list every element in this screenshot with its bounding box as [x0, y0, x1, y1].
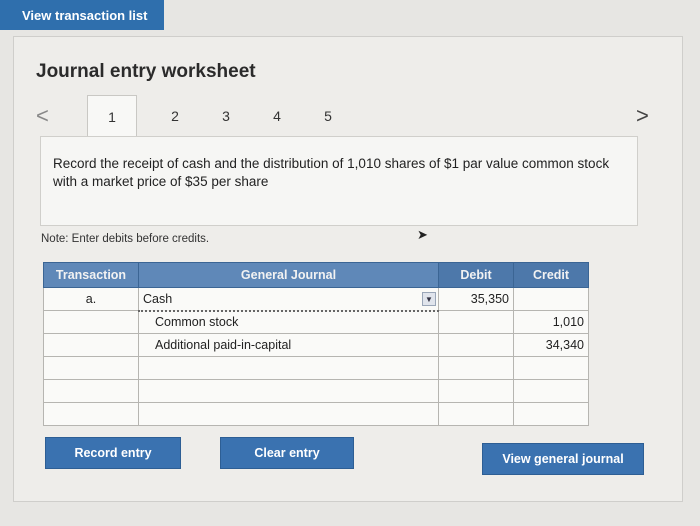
table-row: [43, 356, 589, 380]
prev-arrow-icon[interactable]: <: [36, 103, 49, 129]
view-general-journal-button[interactable]: View general journal: [482, 443, 644, 475]
transaction-cell: a.: [43, 287, 139, 311]
col-header-general-journal: General Journal: [138, 262, 439, 288]
worksheet-panel: Journal entry worksheet < 1 2 3 4 5 > Re…: [13, 36, 683, 502]
record-entry-button[interactable]: Record entry: [45, 437, 181, 469]
table-row: [43, 379, 589, 403]
credit-input[interactable]: [513, 287, 589, 311]
credit-input[interactable]: [513, 379, 589, 403]
account-select[interactable]: [138, 402, 439, 426]
credit-input[interactable]: 34,340: [513, 333, 589, 357]
table-row: Additional paid-in-capital 34,340: [43, 333, 589, 357]
transaction-cell: [43, 402, 139, 426]
transaction-cell: [43, 379, 139, 403]
transaction-cell: [43, 333, 139, 357]
view-transaction-list-button[interactable]: View transaction list: [0, 0, 164, 30]
worksheet-title: Journal entry worksheet: [36, 61, 256, 82]
account-select[interactable]: Common stock: [138, 310, 439, 334]
credit-input[interactable]: [513, 356, 589, 380]
note-text: Note: Enter debits before credits.: [41, 233, 210, 245]
journal-table: Transaction General Journal Debit Credit…: [43, 262, 589, 426]
tab-2[interactable]: 2: [150, 95, 200, 137]
credit-input[interactable]: [513, 402, 589, 426]
debit-input[interactable]: 35,350: [438, 287, 514, 311]
col-header-transaction: Transaction: [43, 262, 139, 288]
tab-1[interactable]: 1: [87, 95, 137, 137]
debit-input[interactable]: [438, 356, 514, 380]
table-row: a. Cash ▼ 35,350: [43, 287, 589, 312]
debit-input[interactable]: [438, 310, 514, 334]
clear-entry-button[interactable]: Clear entry: [220, 437, 354, 469]
transaction-cell: [43, 356, 139, 380]
col-header-credit: Credit: [513, 262, 589, 288]
account-select[interactable]: [138, 356, 439, 380]
table-row: [43, 402, 589, 426]
debit-input[interactable]: [438, 402, 514, 426]
account-select[interactable]: Cash ▼: [138, 287, 439, 312]
table-row: Common stock 1,010: [43, 310, 589, 334]
debit-input[interactable]: [438, 379, 514, 403]
instruction-box: Record the receipt of cash and the distr…: [40, 136, 638, 226]
account-select[interactable]: [138, 379, 439, 403]
debit-input[interactable]: [438, 333, 514, 357]
tab-3[interactable]: 3: [201, 95, 251, 137]
tab-4[interactable]: 4: [252, 95, 302, 137]
transaction-cell: [43, 310, 139, 334]
account-label: Cash: [143, 291, 173, 306]
col-header-debit: Debit: [438, 262, 514, 288]
tab-5[interactable]: 5: [303, 95, 353, 137]
account-select[interactable]: Additional paid-in-capital: [138, 333, 439, 357]
credit-input[interactable]: 1,010: [513, 310, 589, 334]
next-arrow-icon[interactable]: >: [636, 103, 649, 129]
tab-bar: < 1 2 3 4 5 >: [14, 95, 684, 137]
mouse-cursor-icon: ➤: [417, 227, 428, 242]
chevron-down-icon[interactable]: ▼: [422, 292, 436, 306]
